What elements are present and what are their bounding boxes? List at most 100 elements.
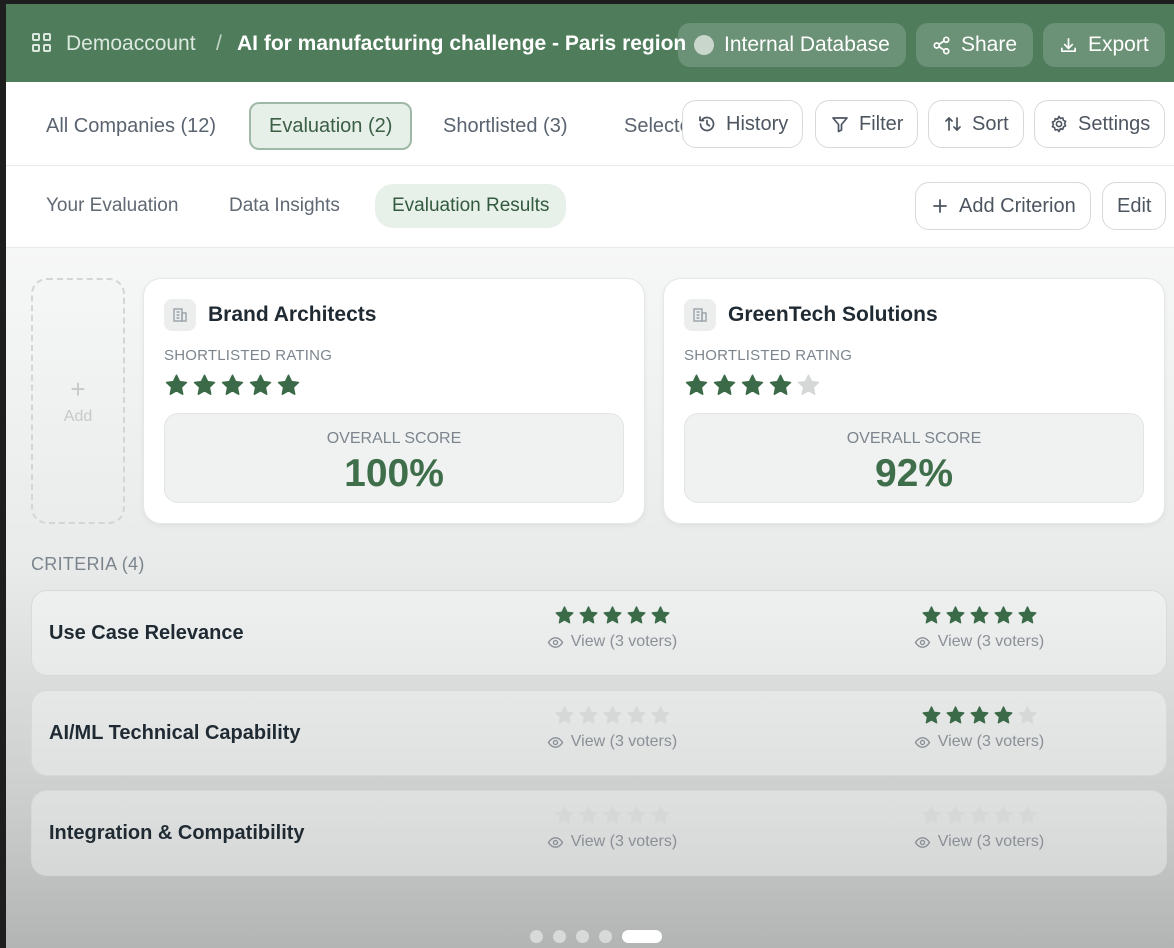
add-criterion-label: Add Criterion (959, 194, 1076, 217)
star-icon (165, 374, 188, 395)
tab-all-companies[interactable]: All Companies (12) (28, 102, 234, 150)
view-voters-link[interactable]: View (3 voters) (914, 633, 1044, 651)
tab-selected[interactable]: Selecte (606, 102, 686, 150)
tab-evaluation[interactable]: Evaluation (2) (249, 102, 413, 150)
shortlisted-rating-stars (684, 373, 821, 398)
breadcrumb-workspace[interactable]: Demoaccount (66, 32, 196, 56)
criterion-name: AI/ML Technical Capability (49, 722, 301, 744)
star-icon (797, 374, 820, 395)
shortlisted-rating-label: SHORTLISTED RATING (164, 347, 333, 364)
filter-label: Filter (859, 112, 904, 135)
filter-icon (832, 117, 848, 133)
export-label: Export (1088, 33, 1149, 56)
criterion-name: Integration & Compatibility (49, 822, 305, 844)
edit-button[interactable]: Edit (1102, 182, 1167, 230)
breadcrumb-separator: / (216, 32, 222, 55)
tab-evaluation-results[interactable]: Evaluation Results (375, 184, 567, 228)
eye-icon (547, 836, 564, 848)
overall-score-label: OVERALL SCORE (326, 430, 462, 447)
sort-button[interactable]: Sort (928, 100, 1024, 148)
eye-icon (914, 636, 931, 648)
star-icon (555, 706, 573, 724)
view-voters-link[interactable]: View (3 voters) (914, 833, 1044, 851)
filter-button[interactable]: Filter (815, 100, 919, 148)
star-icon (555, 806, 573, 824)
tab-shortlisted[interactable]: Shortlisted (3) (425, 102, 586, 150)
star-icon (579, 806, 597, 824)
voters-label: View (3 voters) (937, 633, 1045, 650)
top-header: Demoaccount / AI for manufacturing chall… (6, 4, 1174, 82)
company-card[interactable]: Brand Architects SHORTLISTED RATING OVER… (143, 278, 645, 524)
criterion-name: Use Case Relevance (49, 622, 244, 644)
criterion-rating-stars (921, 705, 1038, 726)
star-icon (651, 606, 669, 624)
star-icon (946, 606, 964, 624)
company-name: GreenTech Solutions (728, 303, 938, 326)
sort-label: Sort (972, 112, 1009, 135)
company-name: Brand Architects (208, 303, 377, 326)
export-button[interactable]: Export (1043, 23, 1165, 67)
criterion-rating-stars (921, 605, 1038, 626)
main-tabs: All Companies (12) Evaluation (2) Shortl… (6, 82, 1174, 166)
star-icon (627, 706, 645, 724)
criterion-rating-stars (554, 705, 671, 726)
star-icon (922, 706, 940, 724)
star-icon (221, 374, 244, 395)
share-button[interactable]: Share (916, 23, 1034, 67)
voters-label: View (3 voters) (570, 633, 678, 650)
view-voters-link[interactable]: View (3 voters) (914, 733, 1044, 751)
criterion-rating-stars (921, 805, 1038, 826)
star-icon (946, 706, 964, 724)
pagination-dot[interactable] (553, 930, 566, 943)
history-label: History (726, 112, 789, 135)
criterion-rating-cell: View (3 voters) (512, 705, 712, 751)
building-icon (164, 299, 196, 331)
criterion-row: Use Case Relevance View (3 voters) View (3… (31, 590, 1167, 676)
pagination-dot[interactable] (599, 930, 612, 943)
overall-score-value: 100% (344, 452, 444, 495)
company-card[interactable]: GreenTech Solutions SHORTLISTED RATING O… (663, 278, 1165, 524)
settings-button[interactable]: Settings (1034, 100, 1166, 148)
edit-label: Edit (1117, 194, 1152, 217)
star-icon (1018, 706, 1036, 724)
star-icon (970, 706, 988, 724)
share-label: Share (961, 33, 1018, 56)
star-icon (994, 806, 1012, 824)
database-button[interactable]: Internal Database (678, 23, 906, 67)
plus-icon (933, 199, 947, 213)
criterion-rating-stars (554, 805, 671, 826)
overall-score-value: 92% (874, 452, 954, 495)
history-button[interactable]: History (682, 100, 804, 148)
star-icon (1018, 606, 1036, 624)
pagination-dot[interactable] (530, 930, 543, 943)
overall-score-box: OVERALL SCORE 92% (684, 413, 1144, 503)
eye-icon (914, 836, 931, 848)
star-icon (970, 806, 988, 824)
plus-icon: + (70, 374, 86, 404)
add-criterion-button[interactable]: Add Criterion (915, 182, 1091, 230)
star-icon (994, 606, 1012, 624)
tab-your-evaluation[interactable]: Your Evaluation (29, 184, 195, 228)
star-icon (579, 706, 597, 724)
tab-data-insights[interactable]: Data Insights (212, 184, 357, 228)
criterion-row: Integration & Compatibility View (3 voter… (31, 790, 1167, 876)
view-voters-link[interactable]: View (3 voters) (547, 733, 677, 751)
view-voters-link[interactable]: View (3 voters) (547, 833, 677, 851)
view-voters-link[interactable]: View (3 voters) (547, 633, 677, 651)
star-icon (555, 606, 573, 624)
star-icon (603, 806, 621, 824)
eye-icon (547, 636, 564, 648)
star-icon (193, 374, 216, 395)
star-icon (769, 374, 792, 395)
pagination-dot[interactable] (576, 930, 589, 943)
shortlisted-rating-stars (164, 373, 301, 398)
sub-tabs: Your Evaluation Data Insights Evaluation… (6, 166, 1174, 248)
star-icon (651, 806, 669, 824)
apps-grid-icon[interactable] (32, 33, 52, 53)
voters-label: View (3 voters) (570, 733, 678, 750)
pagination-dot[interactable] (622, 930, 662, 943)
building-icon (684, 299, 716, 331)
add-company-card[interactable]: + Add (31, 278, 125, 524)
star-icon (970, 606, 988, 624)
star-icon (249, 374, 272, 395)
